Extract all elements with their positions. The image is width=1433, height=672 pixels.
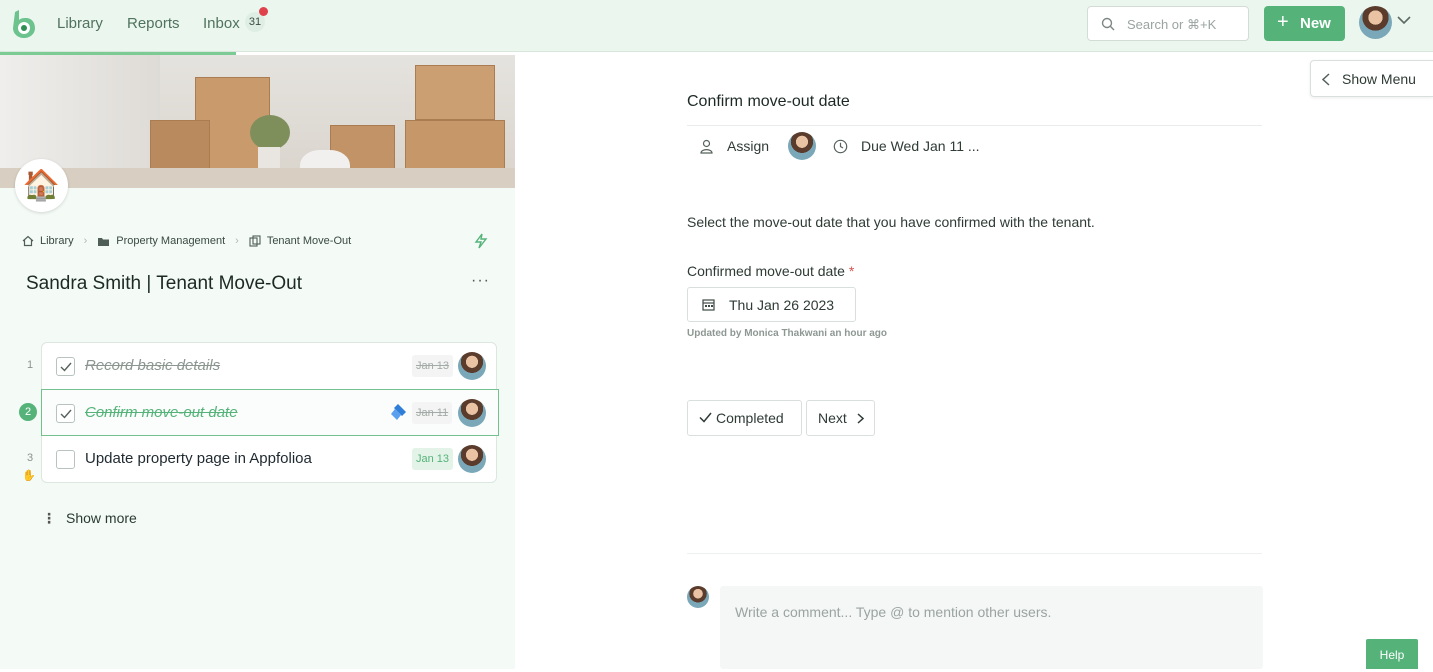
copy-icon xyxy=(249,235,261,247)
task-title: Update property page in Appfolioa xyxy=(85,450,312,467)
nav-inbox[interactable]: Inbox xyxy=(203,15,240,32)
task-description: Select the move-out date that you have c… xyxy=(687,214,1095,230)
show-more-button[interactable]: ⋮ Show more xyxy=(42,510,137,527)
help-button[interactable]: Help xyxy=(1366,639,1418,669)
completed-label: Completed xyxy=(716,410,784,426)
date-field-label-text: Confirmed move-out date xyxy=(687,263,845,279)
comment-placeholder: Write a comment... Type @ to mention oth… xyxy=(735,604,1052,620)
task-due-date: Jan 13 xyxy=(412,355,454,377)
move-out-date-field[interactable]: Thu Jan 26 2023 xyxy=(687,287,856,322)
breadcrumb-workflow[interactable]: Tenant Move-Out xyxy=(267,235,351,247)
check-icon xyxy=(60,362,72,372)
task-detail-title: Confirm move-out date xyxy=(687,93,850,110)
assignee-avatar[interactable] xyxy=(788,132,816,160)
commenter-avatar xyxy=(687,586,709,608)
workflow-emoji-icon: 🏠 xyxy=(15,159,68,212)
nav-reports[interactable]: Reports xyxy=(127,15,180,32)
task-title: Record basic details xyxy=(85,357,221,374)
task-number: 1 xyxy=(26,359,34,371)
updated-by-note: Updated by Monica Thakwani an hour ago xyxy=(687,328,888,339)
checklist-pane: 🏠 Library › Property Management › Tenant… xyxy=(0,55,515,669)
show-menu-label: Show Menu xyxy=(1342,71,1416,87)
notification-dot xyxy=(259,7,268,16)
task-row-1[interactable]: 1 Record basic details Jan 13 xyxy=(27,343,498,390)
plus-icon: + xyxy=(1277,11,1289,33)
task-number: 2 xyxy=(19,403,37,421)
task-list: 1 Record basic details Jan 13 2 Confirm … xyxy=(19,342,499,483)
nav-library[interactable]: Library xyxy=(57,15,103,32)
task-assignee-avatar xyxy=(458,445,486,473)
task-checkbox[interactable] xyxy=(56,450,75,469)
chevron-down-icon[interactable] xyxy=(1397,16,1411,25)
chevron-right-icon: › xyxy=(235,235,239,247)
calendar-icon xyxy=(702,299,715,311)
top-nav-bar: Library Reports Inbox 31 Search or ⌘+K +… xyxy=(0,0,1433,52)
run-title: Sandra Smith | Tenant Move-Out xyxy=(26,273,303,294)
user-avatar[interactable] xyxy=(1359,6,1392,39)
next-button[interactable]: Next xyxy=(806,400,875,436)
home-icon xyxy=(22,235,34,247)
task-assignee-avatar xyxy=(458,399,486,427)
next-label: Next xyxy=(818,410,847,426)
search-icon xyxy=(1101,17,1115,31)
task-checkbox[interactable] xyxy=(56,404,75,423)
date-field-label: Confirmed move-out date * xyxy=(687,263,854,279)
search-placeholder: Search or ⌘+K xyxy=(1127,17,1217,32)
completed-button[interactable]: Completed xyxy=(687,400,802,436)
divider xyxy=(687,553,1262,554)
task-assignee-avatar xyxy=(458,352,486,380)
cover-image xyxy=(0,55,515,188)
search-input[interactable]: Search or ⌘+K xyxy=(1087,6,1249,41)
breadcrumb-folder[interactable]: Property Management xyxy=(116,235,225,247)
due-date-button[interactable]: Due Wed Jan 11 ... xyxy=(861,138,980,154)
jira-integration-icon xyxy=(391,404,406,420)
drag-hand-icon[interactable]: ✋ xyxy=(22,469,36,482)
automation-bolt-icon[interactable] xyxy=(474,233,488,249)
check-icon xyxy=(699,412,712,423)
more-options-icon[interactable]: ··· xyxy=(471,272,490,290)
task-row-2[interactable]: 2 Confirm move-out date Jan 11 xyxy=(19,389,499,436)
clock-icon xyxy=(833,139,848,154)
task-due-date: Jan 11 xyxy=(412,402,453,424)
assign-button[interactable]: Assign xyxy=(727,138,769,154)
folder-icon xyxy=(98,237,110,246)
breadcrumb-library[interactable]: Library xyxy=(40,235,74,247)
chevron-right-icon xyxy=(857,413,864,424)
vertical-dots-icon: ⋮ xyxy=(42,510,56,526)
task-title: Confirm move-out date xyxy=(85,404,238,421)
task-checkbox[interactable] xyxy=(56,357,75,376)
comment-input[interactable]: Write a comment... Type @ to mention oth… xyxy=(720,586,1263,669)
breadcrumb: Library › Property Management › Tenant M… xyxy=(22,235,351,247)
show-menu-button[interactable]: Show Menu xyxy=(1310,60,1433,97)
user-icon xyxy=(700,139,713,154)
chevron-right-icon: › xyxy=(83,235,88,247)
new-button-label: New xyxy=(1300,15,1331,32)
new-button[interactable]: + New xyxy=(1264,6,1345,41)
show-more-label: Show more xyxy=(66,510,137,526)
task-due-date: Jan 13 xyxy=(412,448,454,470)
task-number: 3 xyxy=(26,452,34,464)
task-row-3[interactable]: 3 ✋ Update property page in Appfolioa Ja… xyxy=(22,436,498,483)
app-logo-icon[interactable] xyxy=(9,9,37,39)
check-icon xyxy=(60,409,72,419)
chevron-left-icon xyxy=(1322,73,1330,86)
divider xyxy=(687,125,1262,126)
date-value: Thu Jan 26 2023 xyxy=(729,297,835,313)
required-marker: * xyxy=(848,263,855,279)
